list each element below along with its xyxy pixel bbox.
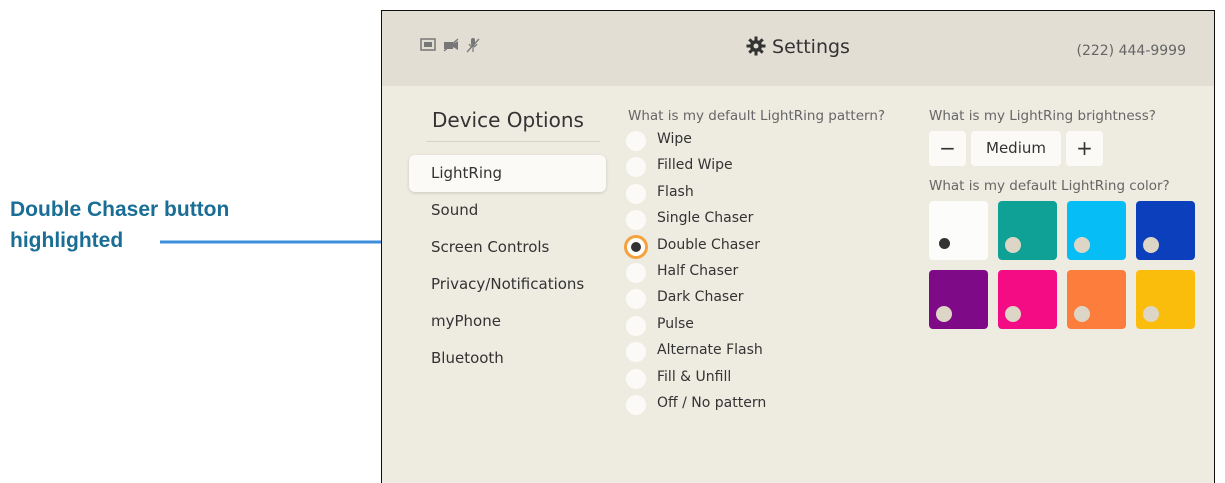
radio-button[interactable]	[626, 157, 646, 178]
pattern-label: Dark Chaser	[657, 289, 744, 306]
pattern-label: Filled Wipe	[657, 157, 733, 174]
title-text: Settings	[772, 36, 850, 58]
sidebar-menu: LightRing Sound Screen Controls Privacy/…	[409, 155, 609, 377]
swatch-indicator-dot	[1005, 237, 1021, 253]
settings-screen: Settings (222) 444-9999 Device Options L…	[381, 10, 1215, 483]
radio-button[interactable]	[626, 183, 646, 204]
pattern-label: Pulse	[657, 315, 694, 332]
pattern-option[interactable]: Wipe	[626, 127, 866, 153]
top-bar: Settings (222) 444-9999	[382, 11, 1214, 86]
sidebar-item-bluetooth[interactable]: Bluetooth	[409, 340, 606, 377]
phone-number: (222) 444-9999	[1076, 43, 1187, 59]
pattern-option[interactable]: Filled Wipe	[626, 153, 866, 179]
radio-button[interactable]	[626, 210, 646, 231]
swatch-indicator-dot	[936, 306, 952, 322]
radio-button[interactable]	[626, 289, 646, 310]
pattern-label: Fill & Unfill	[657, 368, 732, 385]
sidebar-item-privacy-notifications[interactable]: Privacy/Notifications	[409, 266, 606, 303]
swatch-indicator-dot	[1143, 237, 1159, 253]
swatch-indicator-dot	[1074, 306, 1090, 322]
brightness-increase-button[interactable]: +	[1066, 131, 1103, 166]
swatch-indicator-dot	[1074, 237, 1090, 253]
radio-button[interactable]	[626, 368, 646, 389]
pattern-question: What is my default LightRing pattern?	[628, 108, 886, 124]
color-swatch[interactable]	[1067, 201, 1126, 260]
swatch-indicator-dot	[939, 238, 950, 249]
color-swatch[interactable]	[929, 201, 988, 260]
gear-icon	[746, 36, 766, 61]
pattern-label: Off / No pattern	[657, 394, 767, 411]
pattern-label: Double Chaser	[657, 236, 760, 253]
pattern-option[interactable]: Flash	[626, 180, 866, 206]
radio-button[interactable]	[626, 315, 646, 336]
pattern-label: Wipe	[657, 131, 692, 147]
pattern-option[interactable]: Fill & Unfill	[626, 365, 866, 391]
pattern-option[interactable]: Alternate Flash	[626, 338, 866, 364]
color-swatch[interactable]	[1136, 201, 1195, 260]
brightness-decrease-button[interactable]: −	[929, 131, 966, 166]
pattern-option[interactable]: Off / No pattern	[626, 391, 866, 417]
pattern-label: Alternate Flash	[657, 342, 763, 359]
radio-button[interactable]	[626, 131, 646, 151]
pattern-radio-group: Wipe Filled Wipe Flash Single Chaser Dou…	[624, 127, 866, 417]
sidebar-item-sound[interactable]: Sound	[409, 192, 606, 229]
sidebar-divider	[426, 141, 600, 142]
sidebar-item-lightring[interactable]: LightRing	[409, 155, 606, 192]
sidebar-item-screen-controls[interactable]: Screen Controls	[409, 229, 606, 266]
color-swatch[interactable]	[998, 270, 1057, 329]
brightness-stepper: − Medium +	[929, 131, 1103, 166]
swatch-indicator-dot	[1143, 306, 1159, 322]
pattern-option[interactable]: Dark Chaser	[626, 285, 866, 311]
color-swatch[interactable]	[998, 201, 1057, 260]
swatch-indicator-dot	[1005, 306, 1021, 322]
pattern-option[interactable]: Half Chaser	[626, 259, 866, 285]
sidebar-title: Device Options	[432, 108, 584, 132]
color-swatch[interactable]	[1067, 270, 1126, 329]
radio-button[interactable]	[626, 394, 646, 415]
sidebar-item-myphone[interactable]: myPhone	[409, 303, 606, 340]
color-question: What is my default LightRing color?	[929, 178, 1170, 194]
pattern-label: Flash	[657, 183, 694, 200]
pattern-label: Single Chaser	[657, 210, 754, 227]
brightness-value: Medium	[971, 131, 1061, 166]
pattern-option-double-chaser[interactable]: Double Chaser	[624, 233, 866, 259]
radio-button-selected[interactable]	[624, 234, 648, 259]
color-swatch-grid	[929, 201, 1195, 329]
pattern-option[interactable]: Pulse	[626, 312, 866, 338]
brightness-question: What is my LightRing brightness?	[929, 108, 1156, 124]
color-swatch[interactable]	[929, 270, 988, 329]
pattern-label: Half Chaser	[657, 262, 739, 279]
pattern-option[interactable]: Single Chaser	[626, 206, 866, 232]
radio-button[interactable]	[626, 342, 646, 363]
color-swatch[interactable]	[1136, 270, 1195, 329]
radio-button[interactable]	[626, 262, 646, 283]
